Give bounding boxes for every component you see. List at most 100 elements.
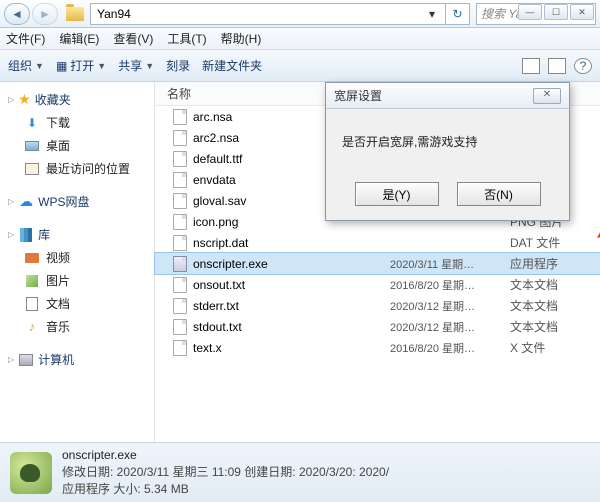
chevron-icon: ▷ — [8, 230, 14, 239]
file-icon — [173, 340, 187, 356]
chevron-icon: ▷ — [8, 197, 14, 206]
menu-file[interactable]: 文件(F) — [6, 30, 45, 47]
sidebar-item-videos[interactable]: 视频 — [0, 246, 154, 269]
file-type: DAT 文件 — [510, 234, 600, 251]
newfolder-button[interactable]: 新建文件夹 — [202, 57, 262, 74]
file-row[interactable]: onsout.txt 2016/8/20 星期…文本文档 — [155, 274, 600, 295]
sidebar-item-documents[interactable]: 文档 — [0, 292, 154, 315]
image-icon — [24, 274, 40, 288]
status-line2: 应用程序 大小: 5.34 MB — [62, 481, 389, 498]
preview-pane-button[interactable] — [548, 58, 566, 74]
file-name: text.x — [193, 341, 222, 355]
status-filename: onscripter.exe — [62, 447, 389, 464]
file-name: onsout.txt — [193, 278, 245, 292]
file-row[interactable]: text.x2016/8/20 星期…X 文件 — [155, 337, 600, 358]
file-row[interactable]: nscript.datDAT 文件 — [155, 232, 600, 253]
dialog-no-button[interactable]: 否(N) — [457, 182, 541, 206]
desktop-icon — [24, 139, 40, 153]
menu-tools[interactable]: 工具(T) — [167, 30, 206, 47]
file-name: onscripter.exe — [193, 257, 268, 271]
maximize-button[interactable]: ☐ — [544, 4, 568, 20]
file-type: 文本文档 — [510, 297, 600, 314]
file-icon — [173, 277, 187, 293]
menubar: 文件(F) 编辑(E) 查看(V) 工具(T) 帮助(H) — [0, 28, 600, 50]
help-button[interactable]: ? — [574, 58, 592, 74]
file-icon — [173, 256, 187, 272]
app-icon — [10, 452, 52, 494]
close-button[interactable]: ✕ — [570, 4, 594, 20]
main-area: ▷★收藏夹 ⬇下载 桌面 最近访问的位置 ▷☁WPS网盘 ▷库 视频 图片 文档… — [0, 82, 600, 442]
file-row[interactable]: onscripter.exe 2020/3/11 星期…应用程序 — [155, 253, 600, 274]
file-type: 文本文档 — [510, 276, 600, 293]
chevron-down-icon[interactable]: ▾ — [425, 7, 439, 21]
video-icon — [24, 251, 40, 265]
nav-back-button[interactable]: ◄ — [4, 3, 30, 25]
sidebar: ▷★收藏夹 ⬇下载 桌面 最近访问的位置 ▷☁WPS网盘 ▷库 视频 图片 文档… — [0, 82, 155, 442]
dialog-title: 宽屏设置 — [334, 87, 382, 104]
sidebar-item-desktop[interactable]: 桌面 — [0, 134, 154, 157]
file-name: arc.nsa — [193, 110, 232, 124]
organize-button[interactable]: 组织 ▼ — [8, 57, 44, 74]
file-date: 2016/8/20 星期… — [390, 277, 510, 293]
file-icon — [173, 319, 187, 335]
path-text: Yan94 — [97, 7, 131, 21]
menu-edit[interactable]: 编辑(E) — [59, 30, 99, 47]
file-date: 2020/3/12 星期… — [390, 319, 510, 335]
file-icon — [173, 298, 187, 314]
file-name: stderr.txt — [193, 299, 239, 313]
file-date: 2020/3/11 星期… — [390, 256, 510, 272]
sidebar-item-recent[interactable]: 最近访问的位置 — [0, 157, 154, 180]
widescreen-dialog: 宽屏设置 ✕ 是否开启宽屏,需游戏支持 是(Y) 否(N) — [325, 82, 570, 221]
nav-forward-button[interactable]: ► — [32, 3, 58, 25]
burn-button[interactable]: 刻录 — [166, 57, 190, 74]
file-name: arc2.nsa — [193, 131, 239, 145]
recent-icon — [24, 162, 40, 176]
file-name: gloval.sav — [193, 194, 246, 208]
file-type: 应用程序 — [510, 255, 600, 272]
sidebar-computer[interactable]: ▷计算机 — [0, 348, 154, 371]
file-icon — [173, 151, 187, 167]
file-icon — [173, 109, 187, 125]
sidebar-item-downloads[interactable]: ⬇下载 — [0, 111, 154, 134]
file-date: 2016/8/20 星期… — [390, 340, 510, 356]
dialog-titlebar: 宽屏设置 ✕ — [326, 83, 569, 109]
chevron-down-icon: ▼ — [97, 61, 106, 71]
statusbar: onscripter.exe 修改日期: 2020/3/11 星期三 11:09… — [0, 442, 600, 502]
open-button[interactable]: ▦ 打开 ▼ — [56, 57, 106, 74]
sidebar-wps[interactable]: ▷☁WPS网盘 — [0, 190, 154, 213]
sidebar-item-pictures[interactable]: 图片 — [0, 269, 154, 292]
sidebar-item-music[interactable]: ♪音乐 — [0, 315, 154, 338]
address-bar[interactable]: Yan94 ▾ — [90, 3, 446, 25]
status-line1: 修改日期: 2020/3/11 星期三 11:09 创建日期: 2020/3/2… — [62, 464, 389, 481]
file-name: stdout.txt — [193, 320, 242, 334]
file-icon — [173, 130, 187, 146]
menu-view[interactable]: 查看(V) — [113, 30, 153, 47]
chevron-icon: ▷ — [8, 355, 14, 364]
file-row[interactable]: stderr.txt2020/3/12 星期…文本文档 — [155, 295, 600, 316]
file-name: default.ttf — [193, 152, 242, 166]
share-button[interactable]: 共享 ▼ — [118, 57, 154, 74]
file-icon — [173, 214, 187, 230]
chevron-icon: ▷ — [8, 95, 14, 104]
library-icon — [18, 228, 34, 242]
file-type: 文本文档 — [510, 318, 600, 335]
download-icon: ⬇ — [24, 116, 40, 130]
computer-icon — [18, 353, 34, 367]
star-icon: ★ — [18, 91, 31, 108]
file-name: icon.png — [193, 215, 238, 229]
chevron-down-icon: ▼ — [145, 61, 154, 71]
file-row[interactable]: stdout.txt 2020/3/12 星期…文本文档 — [155, 316, 600, 337]
view-mode-button[interactable] — [522, 58, 540, 74]
minimize-button[interactable]: — — [518, 4, 542, 20]
menu-help[interactable]: 帮助(H) — [221, 30, 262, 47]
dialog-yes-button[interactable]: 是(Y) — [355, 182, 439, 206]
dialog-close-button[interactable]: ✕ — [533, 88, 561, 104]
file-name: envdata — [193, 173, 236, 187]
titlebar: ◄ ► Yan94 ▾ ↻ 搜索 Yan94 — ☐ ✕ — [0, 0, 600, 28]
document-icon — [24, 297, 40, 311]
sidebar-favorites[interactable]: ▷★收藏夹 — [0, 88, 154, 111]
refresh-button[interactable]: ↻ — [446, 3, 470, 25]
sidebar-libraries[interactable]: ▷库 — [0, 223, 154, 246]
file-icon — [173, 235, 187, 251]
music-icon: ♪ — [24, 320, 40, 334]
